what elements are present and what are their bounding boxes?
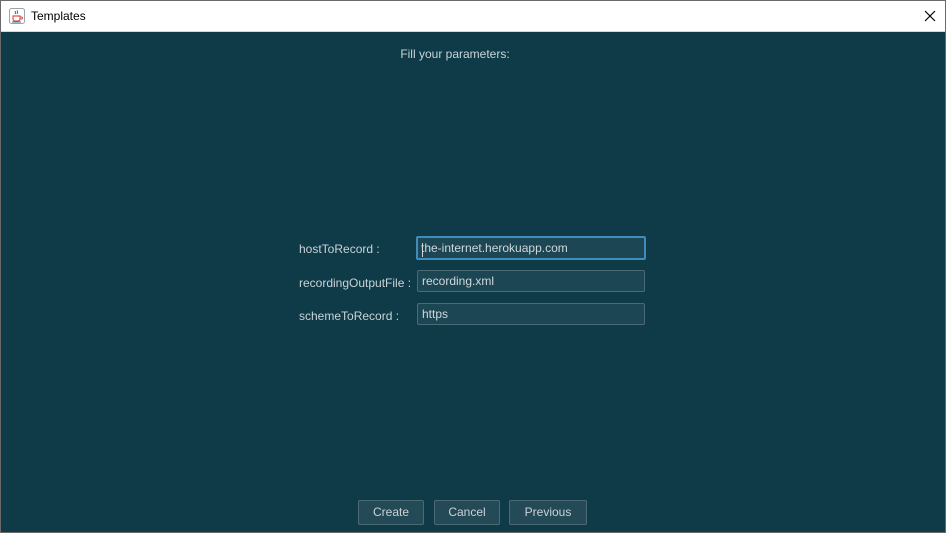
create-button[interactable]: Create	[358, 500, 424, 525]
previous-button[interactable]: Previous	[509, 500, 587, 525]
param-label-scheme: schemeToRecord :	[299, 309, 400, 323]
text-caret	[422, 243, 423, 257]
close-button[interactable]	[915, 1, 945, 31]
window-title: Templates	[31, 9, 86, 23]
title-bar[interactable]: Templates	[1, 1, 945, 32]
templates-dialog: Templates Fill your parameters: hostToRe…	[0, 0, 946, 533]
close-icon	[924, 10, 936, 22]
cancel-button[interactable]: Cancel	[434, 500, 500, 525]
java-cup-icon	[9, 8, 25, 24]
param-label-host: hostToRecord :	[299, 242, 380, 256]
dialog-content: Fill your parameters: hostToRecord : rec…	[1, 32, 945, 532]
parameters-heading: Fill your parameters:	[400, 47, 510, 61]
host-to-record-input[interactable]	[416, 236, 646, 260]
param-label-output: recordingOutputFile :	[299, 276, 412, 290]
recording-output-file-input[interactable]	[417, 270, 645, 292]
scheme-to-record-input[interactable]	[417, 303, 645, 325]
